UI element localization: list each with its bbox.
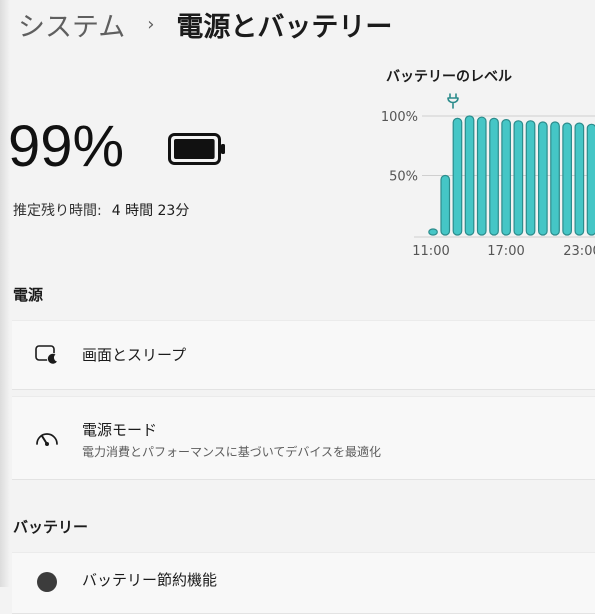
battery-level-bar[interactable] xyxy=(513,120,524,236)
x-tick-label: 23:00 xyxy=(563,244,595,259)
battery-fill xyxy=(174,139,215,159)
battery-saver-icon xyxy=(37,572,57,592)
battery-icon xyxy=(168,133,225,165)
remaining-time-value: 4 時間 23分 xyxy=(111,203,190,219)
battery-level-bar[interactable] xyxy=(562,122,572,236)
power-mode-description: 電力消費とパフォーマンスに基づいてデバイスを最適化 xyxy=(82,445,382,459)
y-tick-label: 100% xyxy=(381,110,418,125)
power-mode-setting[interactable]: 電源モード 電力消費とパフォーマンスに基づいてデバイスを最適化 xyxy=(12,396,595,480)
battery-level-bar[interactable] xyxy=(574,122,585,236)
x-tick-label: 17:00 xyxy=(487,244,524,259)
battery-level-bar[interactable] xyxy=(501,119,512,236)
battery-saver-setting[interactable]: バッテリー節約機能 xyxy=(12,552,595,614)
y-tick-label: 50% xyxy=(389,170,418,185)
battery-level-bar[interactable] xyxy=(550,121,560,236)
plug-icon xyxy=(447,93,459,109)
battery-level-bar[interactable] xyxy=(525,120,536,236)
battery-section-heading: バッテリー xyxy=(13,518,89,536)
breadcrumb: システム › 電源とバッテリー xyxy=(18,2,392,46)
battery-percentage: 99% xyxy=(8,114,125,179)
power-section-heading: 電源 xyxy=(13,286,44,304)
battery-level-bar[interactable] xyxy=(452,117,463,236)
screen-sleep-icon xyxy=(35,345,59,365)
remaining-time: 推定残り時間: 4 時間 23分 xyxy=(13,200,189,220)
battery-level-bar[interactable] xyxy=(440,174,451,236)
battery-level-bar[interactable] xyxy=(489,117,499,236)
battery-level-chart[interactable]: 100% 50% 11:00 17:00 23:00 xyxy=(380,88,595,263)
battery-level-chart-title: バッテリーのレベル xyxy=(386,69,512,85)
battery-level-bar[interactable] xyxy=(538,121,548,236)
remaining-time-label: 推定残り時間: xyxy=(13,203,102,219)
battery-level-bar[interactable] xyxy=(476,116,487,236)
power-mode-gauge-icon xyxy=(36,433,58,446)
power-mode-title: 電源モード xyxy=(82,421,158,439)
page-title: 電源とバッテリー xyxy=(176,11,393,43)
battery-level-bar[interactable] xyxy=(428,228,438,236)
window-edge xyxy=(0,0,10,587)
battery-level-bar[interactable] xyxy=(586,123,595,236)
breadcrumb-chevron-icon: › xyxy=(147,13,155,35)
x-tick-label: 11:00 xyxy=(412,244,449,259)
breadcrumb-system-link[interactable]: システム xyxy=(18,5,125,44)
screen-sleep-setting[interactable]: 画面とスリープ xyxy=(12,320,595,390)
battery-level-bar[interactable] xyxy=(464,115,475,236)
screen-sleep-title: 画面とスリープ xyxy=(82,346,187,364)
